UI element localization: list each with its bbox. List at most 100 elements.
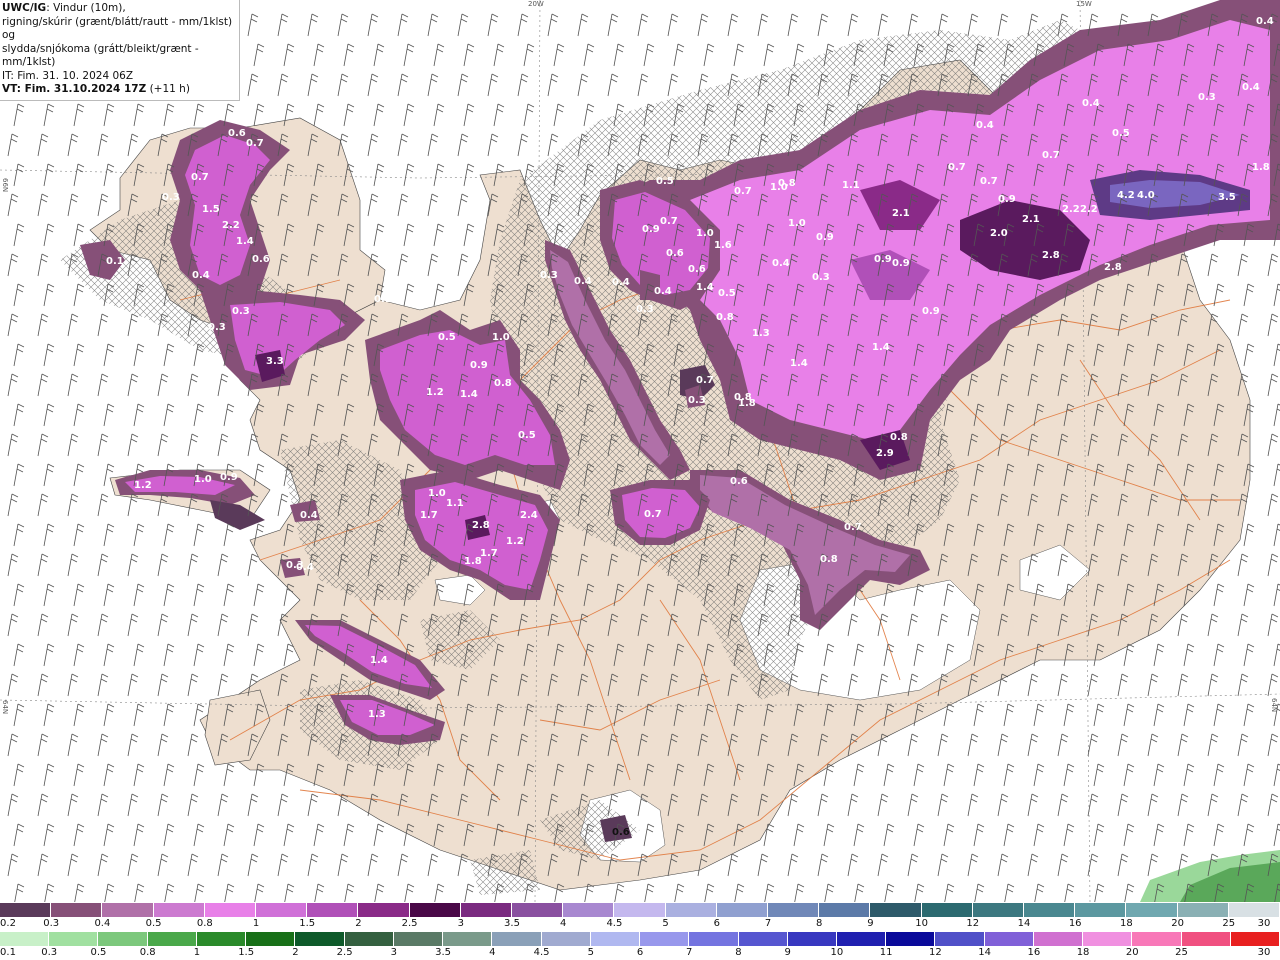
precip-value-label: 0.5 <box>1112 128 1130 139</box>
legend-swatch <box>886 932 936 946</box>
legend-swatch <box>460 903 513 917</box>
legend-label: 9 <box>784 947 791 958</box>
legend-swatch <box>563 903 615 917</box>
legend-swatch <box>102 903 154 917</box>
legend-swatch <box>358 903 410 917</box>
legend-swatch <box>836 932 887 946</box>
legend-swatch <box>409 903 461 917</box>
legend-swatch <box>716 903 769 917</box>
legend-label: 0.5 <box>145 918 162 929</box>
legend-swatch <box>295 932 345 946</box>
precip-value-label: 0.5 <box>438 332 456 343</box>
precip-value-label: 1.0 <box>492 332 510 343</box>
legend-label: 3 <box>457 918 464 929</box>
precip-value-label: 0.4 <box>772 258 790 269</box>
info-line-init-time: IT: Fim. 31. 10. 2024 06Z <box>2 69 134 82</box>
precip-value-label: 2.8 <box>1104 262 1122 273</box>
legend-swatch <box>614 903 666 917</box>
precip-value-label: 0.3 <box>208 322 226 333</box>
precip-value-label: 0.7 <box>696 375 714 386</box>
legend-label: 0.3 <box>41 947 58 958</box>
legend-label: 9 <box>867 918 874 929</box>
legend-swatch <box>147 932 197 946</box>
precip-value-label: 1.4 <box>790 358 808 369</box>
precip-value-label: 1.2 <box>506 536 524 547</box>
precip-value-label: 1.3 <box>752 328 770 339</box>
legend-label: 30 <box>1257 947 1271 958</box>
legend-label: 0.8 <box>139 947 156 958</box>
precip-value-label: 0.1 <box>374 294 392 305</box>
precip-value-label: 0.9 <box>816 232 834 243</box>
precip-value-label: 2.0 <box>990 228 1008 239</box>
lead-time: (+11 h) <box>146 83 190 95</box>
legend-swatch <box>307 903 359 917</box>
legend-label: 4.5 <box>606 918 623 929</box>
precip-value-label: 0.4 <box>192 270 210 281</box>
legend-label: 20 <box>1171 918 1184 929</box>
precip-value-label: 0.5 <box>718 288 736 299</box>
precip-value-label: 0.7 <box>980 176 998 187</box>
legend-swatch <box>640 932 690 946</box>
precip-value-label: 0.7 <box>734 186 752 197</box>
legend-label: 18 <box>1076 947 1090 958</box>
legend-label: 7 <box>764 918 772 929</box>
precip-value-label: 1.4 <box>872 342 890 353</box>
model-name: UWC/IG <box>2 2 47 14</box>
precip-value-label: 1.4 <box>370 655 388 666</box>
precip-value-label: 2.8 <box>1042 250 1060 261</box>
precip-value-label: 0.2 <box>822 626 840 637</box>
precip-value-label: 0.8 <box>778 178 796 189</box>
coord-label-lat-66n: 66N <box>1 178 9 192</box>
legend-label: 2 <box>292 947 299 958</box>
legend-swatch <box>1083 932 1133 946</box>
legend-label: 0.4 <box>94 918 111 929</box>
legend-swatch <box>787 932 837 946</box>
legend-label: 0.3 <box>43 918 60 929</box>
precip-value-label: 0.7 <box>948 162 966 173</box>
legend-label: 20 <box>1125 947 1139 958</box>
legend-swatch <box>768 903 820 917</box>
precip-value-label: 0.3 <box>162 192 180 203</box>
precip-value-label: 3.3 <box>266 356 284 367</box>
precip-value-label: 0.4 <box>300 510 318 521</box>
legend-swatch <box>984 932 1034 946</box>
precip-value-label: 0.6 <box>666 248 684 259</box>
legend-swatch <box>98 932 148 946</box>
precip-value-label: 0.7 <box>844 522 862 533</box>
precip-value-label: 0.3 <box>286 560 304 571</box>
legend-label: 12 <box>929 947 942 958</box>
precip-value-label: 0.9 <box>998 194 1016 205</box>
precip-value-label: 0.7 <box>191 172 209 183</box>
legend-swatch <box>1024 903 1076 917</box>
precip-value-label: 1.4 <box>460 389 478 400</box>
legend-swatch <box>246 932 296 946</box>
legend-label: 0.2 <box>0 918 16 929</box>
legend-swatch <box>153 903 205 917</box>
legend-swatch <box>1177 903 1229 917</box>
precip-value-label: 0.3 <box>636 304 654 315</box>
precip-value-label: 0.8 <box>890 432 908 443</box>
legend-label: 7 <box>686 947 693 958</box>
precip-value-label: 0.3 <box>688 395 706 406</box>
legend-swatch <box>738 932 788 946</box>
precip-value-label: 0.9 <box>220 472 238 483</box>
precip-value-label: 2.9 <box>876 448 894 459</box>
legend-label: 6 <box>636 947 644 958</box>
legend-label: 0.1 <box>0 947 16 958</box>
precip-value-label: 2.4 <box>520 510 538 521</box>
precip-value-label: 0.3 <box>232 306 250 317</box>
legend-swatch <box>0 903 52 917</box>
precip-value-label: 1.7 <box>420 510 438 521</box>
legend-swatch <box>344 932 394 946</box>
color-legend: 0.2 0.3 0.4 0.5 0.8 1 1.5 2 2.5 3 3.5 4 4.5 5 6 7 8 9 10 12… <box>0 902 1280 960</box>
precip-value-label: 0.3 <box>1198 92 1216 103</box>
precip-value-label: 1.8 <box>1252 162 1270 173</box>
legend-label: 30 <box>1257 918 1271 929</box>
legend-snow-labels: 0.2 0.3 0.4 0.5 0.8 1 1.5 2 2.5 3 3.5 4 4.5 5 6 7 8 9 10 12… <box>0 918 1280 930</box>
legend-swatch <box>1075 903 1127 917</box>
legend-label: 4 <box>489 947 496 958</box>
map-info-box: UWC/IG: Vindur (10m), rigning/skúrir (gr… <box>0 0 240 101</box>
precip-value-label: 1.2 <box>426 387 444 398</box>
legend-label: 3 <box>390 947 398 958</box>
legend-label: 6 <box>713 918 720 929</box>
